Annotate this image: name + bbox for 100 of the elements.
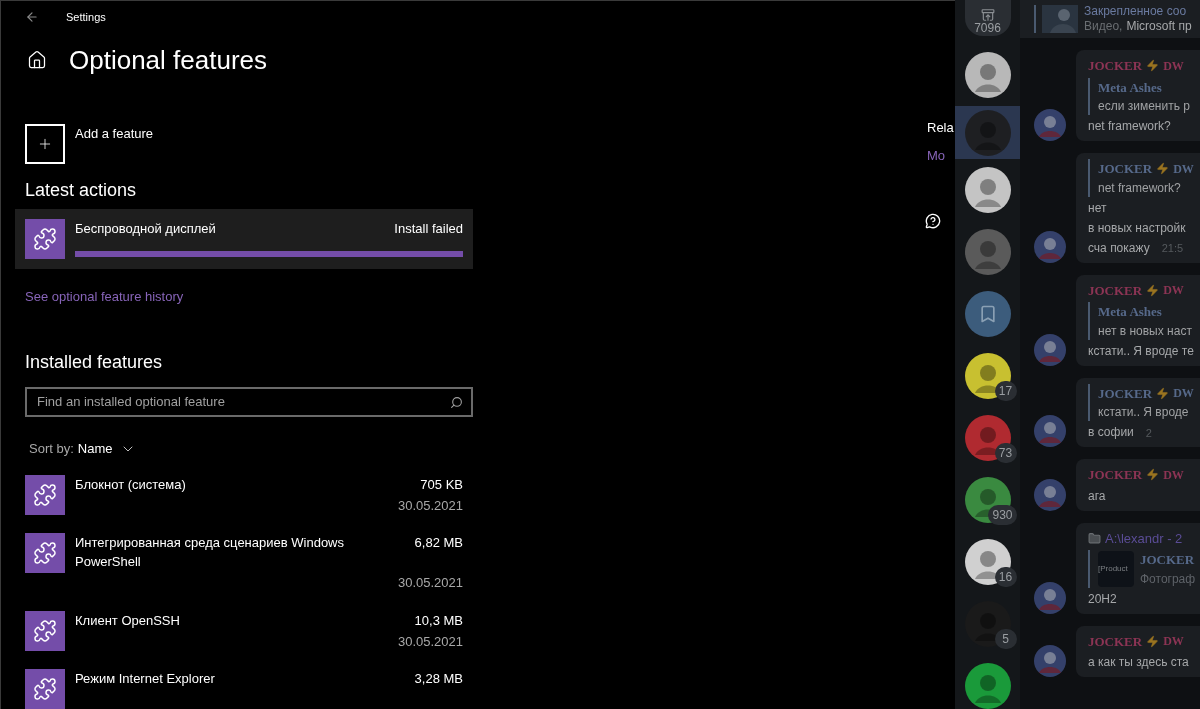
install-date: 30.05.2021 xyxy=(397,574,463,592)
avatar xyxy=(1034,333,1066,366)
page-title: Optional features xyxy=(69,43,267,77)
feature-icon xyxy=(25,610,65,651)
feature-size: 10,3 MB xyxy=(414,611,463,630)
message-time: 21:5 xyxy=(1161,241,1184,256)
lightning-icon xyxy=(1156,386,1170,400)
message-text: сча покажу xyxy=(1088,239,1150,257)
author-name: JOCKER xyxy=(1088,466,1143,484)
feedback-icon[interactable] xyxy=(925,213,941,229)
sort-dropdown[interactable]: Sort by: Name xyxy=(29,439,137,459)
author-tag: DW xyxy=(1163,632,1184,651)
add-feature-button[interactable] xyxy=(25,124,65,165)
reply-text: кстати.. Я вроде xyxy=(1098,404,1190,421)
author-name: JOCKER xyxy=(1088,632,1143,651)
feature-name: Блокнот (система) xyxy=(75,475,187,494)
feature-icon xyxy=(25,669,65,709)
saved-messages-avatar[interactable] xyxy=(964,291,1011,337)
lightning-icon xyxy=(1146,468,1160,482)
avatar xyxy=(1034,230,1066,263)
chat-item[interactable]: 930 xyxy=(955,477,1020,523)
install-status: Install failed xyxy=(394,220,463,239)
feature-icon xyxy=(25,533,65,573)
pinned-media-type: Видео, xyxy=(1084,19,1123,34)
unread-count: 7096 xyxy=(974,22,1001,34)
chat-item[interactable]: 73 xyxy=(955,415,1020,461)
feature-icon xyxy=(25,219,65,260)
avatar xyxy=(1034,109,1066,141)
avatar xyxy=(1034,478,1066,511)
message-text: в софии xyxy=(1088,424,1134,441)
feature-size: 705 KB xyxy=(420,475,463,494)
feature-name: Интегрированная среда сценариев Windows PowerShell xyxy=(75,534,345,571)
related-heading: Rela xyxy=(927,119,955,137)
chat-avatar[interactable] xyxy=(964,167,1011,213)
reply-quote[interactable]: Meta Ashes если зименить р xyxy=(1088,77,1200,115)
author-name: JOCKER xyxy=(1088,281,1143,300)
history-link[interactable]: See optional feature history xyxy=(25,287,475,307)
author-name: Meta Ashes xyxy=(1098,303,1162,321)
unread-badge: 930 xyxy=(988,505,1017,525)
feature-row[interactable]: Интегрированная среда сценариев Windows PowerShell 6,82 MB 30.05.2021 xyxy=(25,533,463,593)
avatar xyxy=(1034,645,1066,677)
feature-row[interactable]: Режим Internet Explorer 3,28 MB xyxy=(25,669,463,709)
feature-name: Клиент OpenSSH xyxy=(75,611,181,630)
author-tag: DW xyxy=(1163,281,1184,300)
action-card[interactable]: Беспроводной дисплей Install failed xyxy=(15,209,473,270)
message-text: ага xyxy=(1088,487,1106,505)
feature-size: 6,82 MB xyxy=(414,534,463,552)
lightning-icon xyxy=(1146,634,1160,648)
pinned-text: Microsoft пр xyxy=(1126,19,1192,34)
reply-thumbnail: [Product xyxy=(1098,550,1134,587)
feature-name: Беспроводной дисплей xyxy=(75,220,216,239)
pinned-title: Закрепленное соо xyxy=(1084,4,1188,19)
window-title: Settings xyxy=(66,9,106,25)
reply-quote[interactable]: [Product JOCKER Фотограф xyxy=(1088,550,1200,588)
search-field[interactable]: Find an installed optional feature xyxy=(25,386,473,417)
author-tag: DW xyxy=(1163,465,1184,484)
search-icon xyxy=(450,395,463,409)
chat-item[interactable]: 16 xyxy=(955,539,1020,585)
reply-quote[interactable]: JOCKER DW net framework? xyxy=(1088,159,1200,197)
reply-quote[interactable]: Meta Ashes нет в новых наст xyxy=(1088,302,1200,340)
author-tag: DW xyxy=(1173,159,1194,178)
add-feature-label[interactable]: Add a feature xyxy=(75,124,154,144)
chat-item[interactable]: 7096 xyxy=(955,0,1020,36)
message-text: 20H2 xyxy=(1088,590,1117,608)
chat-avatar[interactable] xyxy=(964,52,1011,98)
feature-row[interactable]: Клиент OpenSSH 10,3 MB 30.05.2021 xyxy=(25,610,463,651)
avatar xyxy=(1034,415,1066,447)
author-name: JOCKER xyxy=(1088,57,1143,75)
section-heading: Installed features xyxy=(25,350,164,374)
author-tag: DW xyxy=(1163,56,1184,75)
reply-text: нет в новых наст xyxy=(1098,322,1192,340)
message-text: net framework? xyxy=(1088,118,1171,135)
reply-text: если зименить р xyxy=(1098,98,1190,115)
install-date: 30.05.2021 xyxy=(397,496,463,515)
home-icon[interactable] xyxy=(27,50,47,71)
reply-text: net framework? xyxy=(1098,179,1182,197)
related-link[interactable]: Mo xyxy=(927,145,955,165)
pinned-message-bar[interactable]: Закрепленное соо Видео, Microsoft пр xyxy=(1020,0,1200,38)
chat-item[interactable]: 5 xyxy=(955,601,1020,647)
message-text: а как ты здесь ста xyxy=(1088,654,1189,671)
reply-quote[interactable]: JOCKER DW кстати.. Я вроде xyxy=(1088,383,1200,421)
feature-row[interactable]: Блокнот (система) 705 KB 30.05.2021 xyxy=(25,474,463,515)
lightning-icon xyxy=(1146,59,1160,73)
avatar xyxy=(1034,581,1066,614)
message-text: в новых настройк xyxy=(1088,219,1186,237)
lightning-icon xyxy=(1156,162,1170,176)
chat-avatar[interactable] xyxy=(964,539,1011,585)
archive-folder[interactable]: 7096 xyxy=(964,0,1011,36)
chat-item[interactable]: 17 xyxy=(955,353,1020,399)
author-name: JOCKER xyxy=(1098,160,1153,178)
feature-name: Режим Internet Explorer xyxy=(75,670,216,688)
message-text: кстати.. Я вроде те xyxy=(1088,342,1194,360)
author-name: JOCKER xyxy=(1098,384,1153,403)
author-tag: DW xyxy=(1173,384,1194,403)
author-name: JOCKER xyxy=(1140,551,1195,569)
message-text: нет xyxy=(1088,199,1107,217)
chat-avatar[interactable] xyxy=(964,353,1011,399)
folder-icon xyxy=(1088,531,1101,545)
chat-avatar[interactable] xyxy=(964,663,1011,709)
install-date: 30.05.2021 xyxy=(397,632,463,651)
